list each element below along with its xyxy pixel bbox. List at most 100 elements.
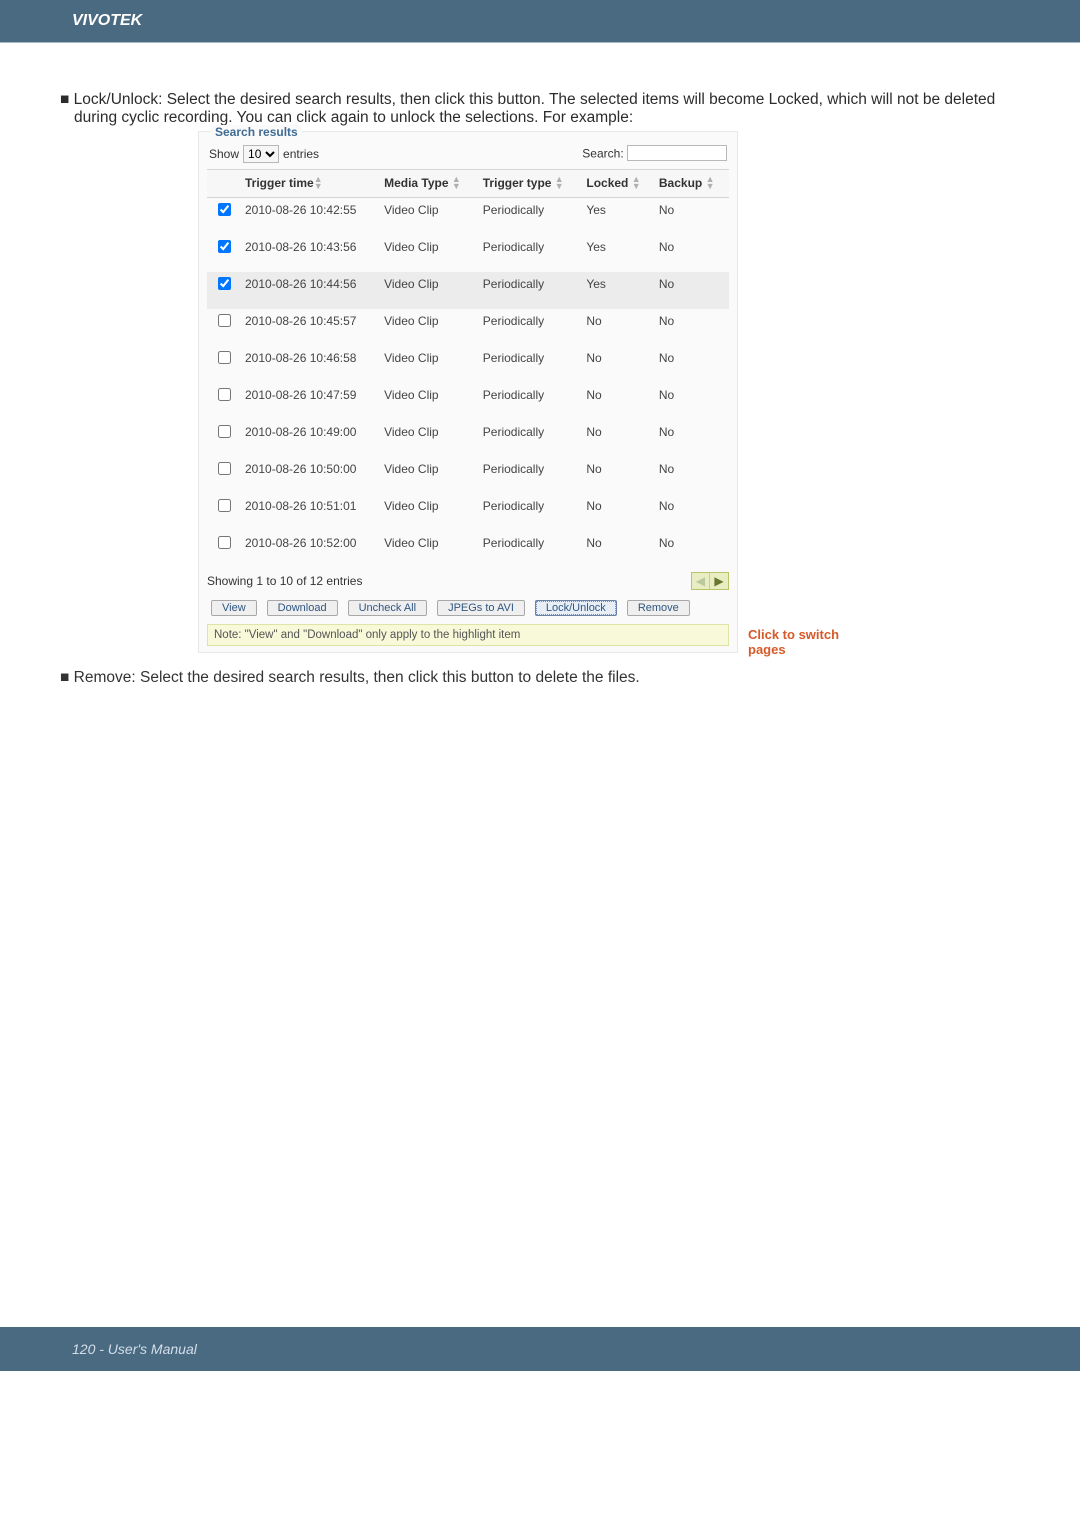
prev-page-icon[interactable]: ◀ xyxy=(692,573,710,589)
cell-locked: Yes xyxy=(582,272,655,309)
cell-locked: No xyxy=(582,457,655,494)
cell-type: Periodically xyxy=(479,494,583,531)
col-locked[interactable]: Locked ▲▼ xyxy=(582,170,655,198)
cell-time: 2010-08-26 10:52:00 xyxy=(241,531,380,568)
cell-locked: No xyxy=(582,494,655,531)
panel-legend: Search results xyxy=(211,125,302,139)
sort-icon: ▲▼ xyxy=(706,176,715,190)
table-row[interactable]: 2010-08-26 10:42:55Video ClipPeriodicall… xyxy=(207,197,729,235)
jpegs-to-avi-button[interactable]: JPEGs to AVI xyxy=(437,600,525,616)
cell-type: Periodically xyxy=(479,346,583,383)
row-checkbox[interactable] xyxy=(218,277,231,290)
table-row[interactable]: 2010-08-26 10:52:00Video ClipPeriodicall… xyxy=(207,531,729,568)
cell-type: Periodically xyxy=(479,383,583,420)
uncheck-all-button[interactable]: Uncheck All xyxy=(348,600,427,616)
cell-time: 2010-08-26 10:46:58 xyxy=(241,346,380,383)
cell-media: Video Clip xyxy=(380,309,479,346)
cell-time: 2010-08-26 10:50:00 xyxy=(241,457,380,494)
col-check xyxy=(207,170,241,198)
cell-backup: No xyxy=(655,272,729,309)
results-table: Trigger time ▲▼ Media Type ▲▼ Trigger ty… xyxy=(207,169,729,568)
search-input[interactable] xyxy=(627,145,727,161)
brand-label: VIVOTEK xyxy=(72,12,142,30)
table-header-row: Trigger time ▲▼ Media Type ▲▼ Trigger ty… xyxy=(207,170,729,198)
cell-type: Periodically xyxy=(479,235,583,272)
divider xyxy=(0,42,1080,43)
next-page-icon[interactable]: ▶ xyxy=(710,573,728,589)
lock-unlock-button[interactable]: Lock/Unlock xyxy=(535,600,617,616)
switch-pages-annotation: Click to switch pages xyxy=(748,627,878,657)
cell-backup: No xyxy=(655,457,729,494)
col-media-type[interactable]: Media Type ▲▼ xyxy=(380,170,479,198)
download-button[interactable]: Download xyxy=(267,600,338,616)
cell-time: 2010-08-26 10:51:01 xyxy=(241,494,380,531)
table-row[interactable]: 2010-08-26 10:50:00Video ClipPeriodicall… xyxy=(207,457,729,494)
row-checkbox[interactable] xyxy=(218,240,231,253)
cell-backup: No xyxy=(655,346,729,383)
cell-type: Periodically xyxy=(479,457,583,494)
cell-time: 2010-08-26 10:44:56 xyxy=(241,272,380,309)
cell-locked: No xyxy=(582,383,655,420)
table-footer: Showing 1 to 10 of 12 entries ◀ ▶ xyxy=(207,572,729,590)
cell-media: Video Clip xyxy=(380,346,479,383)
search-label: Search: xyxy=(582,147,623,161)
cell-backup: No xyxy=(655,494,729,531)
table-row[interactable]: 2010-08-26 10:44:56Video ClipPeriodicall… xyxy=(207,272,729,309)
figure-row: Search results Show 10 entries Search: xyxy=(198,131,1020,657)
table-row[interactable]: 2010-08-26 10:49:00Video ClipPeriodicall… xyxy=(207,420,729,457)
entries-select[interactable]: 10 xyxy=(243,145,279,163)
cell-time: 2010-08-26 10:45:57 xyxy=(241,309,380,346)
sort-icon: ▲▼ xyxy=(632,176,641,190)
row-checkbox[interactable] xyxy=(218,388,231,401)
pager: ◀ ▶ xyxy=(691,572,729,590)
table-row[interactable]: 2010-08-26 10:47:59Video ClipPeriodicall… xyxy=(207,383,729,420)
cell-media: Video Clip xyxy=(380,383,479,420)
entries-suffix: entries xyxy=(283,147,319,161)
cell-type: Periodically xyxy=(479,272,583,309)
cell-media: Video Clip xyxy=(380,197,479,235)
cell-backup: No xyxy=(655,531,729,568)
cell-media: Video Clip xyxy=(380,457,479,494)
cell-backup: No xyxy=(655,235,729,272)
cell-media: Video Clip xyxy=(380,494,479,531)
cell-locked: No xyxy=(582,420,655,457)
table-controls: Show 10 entries Search: xyxy=(207,145,729,163)
page-number-label: 120 - User's Manual xyxy=(72,1341,197,1357)
action-buttons: View Download Uncheck All JPEGs to AVI L… xyxy=(207,600,729,616)
cell-time: 2010-08-26 10:42:55 xyxy=(241,197,380,235)
showing-label: Showing 1 to 10 of 12 entries xyxy=(207,574,362,588)
cell-locked: Yes xyxy=(582,197,655,235)
row-checkbox[interactable] xyxy=(218,462,231,475)
header-bar: VIVOTEK xyxy=(0,0,1080,42)
cell-locked: No xyxy=(582,531,655,568)
row-checkbox[interactable] xyxy=(218,351,231,364)
cell-media: Video Clip xyxy=(380,272,479,309)
remove-button[interactable]: Remove xyxy=(627,600,690,616)
col-backup[interactable]: Backup ▲▼ xyxy=(655,170,729,198)
col-trigger-type[interactable]: Trigger type ▲▼ xyxy=(479,170,583,198)
row-checkbox[interactable] xyxy=(218,499,231,512)
show-entries: Show 10 entries xyxy=(209,145,319,163)
cell-time: 2010-08-26 10:49:00 xyxy=(241,420,380,457)
row-checkbox[interactable] xyxy=(218,314,231,327)
cell-backup: No xyxy=(655,420,729,457)
sort-icon: ▲▼ xyxy=(452,176,461,190)
cell-locked: Yes xyxy=(582,235,655,272)
cell-locked: No xyxy=(582,346,655,383)
cell-type: Periodically xyxy=(479,420,583,457)
row-checkbox[interactable] xyxy=(218,536,231,549)
view-button[interactable]: View xyxy=(211,600,257,616)
cell-time: 2010-08-26 10:47:59 xyxy=(241,383,380,420)
row-checkbox[interactable] xyxy=(218,425,231,438)
table-row[interactable]: 2010-08-26 10:43:56Video ClipPeriodicall… xyxy=(207,235,729,272)
cell-type: Periodically xyxy=(479,309,583,346)
table-row[interactable]: 2010-08-26 10:45:57Video ClipPeriodicall… xyxy=(207,309,729,346)
row-checkbox[interactable] xyxy=(218,203,231,216)
cell-backup: No xyxy=(655,309,729,346)
table-row[interactable]: 2010-08-26 10:51:01Video ClipPeriodicall… xyxy=(207,494,729,531)
search-results-panel: Search results Show 10 entries Search: xyxy=(198,131,738,653)
table-row[interactable]: 2010-08-26 10:46:58Video ClipPeriodicall… xyxy=(207,346,729,383)
cell-media: Video Clip xyxy=(380,531,479,568)
cell-locked: No xyxy=(582,309,655,346)
col-trigger-time[interactable]: Trigger time ▲▼ xyxy=(241,170,380,198)
